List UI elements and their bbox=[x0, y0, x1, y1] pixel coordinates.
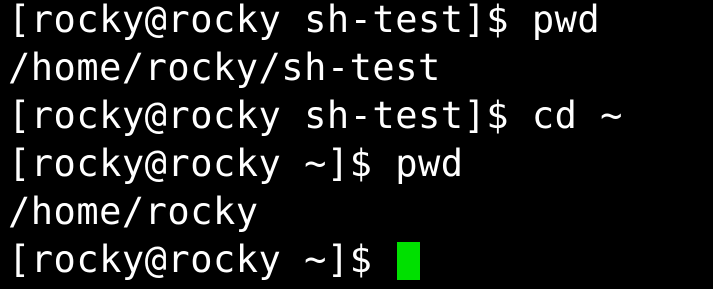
terminal-line-5: /home/rocky bbox=[8, 188, 713, 236]
text-cursor bbox=[397, 242, 421, 280]
shell-prompt: [rocky@rocky ~]$ bbox=[8, 238, 396, 281]
shell-prompt: [rocky@rocky ~]$ bbox=[8, 142, 396, 185]
command-text: pwd bbox=[531, 0, 601, 41]
command-text: pwd bbox=[395, 142, 464, 185]
command-output: /home/rocky/sh-test bbox=[8, 46, 441, 89]
terminal-line-3: [rocky@rocky sh-test]$ cd ~ bbox=[8, 92, 713, 140]
terminal-line-1: [rocky@rocky sh-test]$ pwd bbox=[8, 0, 713, 44]
command-text: cd ~ bbox=[531, 94, 623, 137]
terminal-line-4: [rocky@rocky ~]$ pwd bbox=[8, 140, 713, 188]
terminal-line-6[interactable]: [rocky@rocky ~]$ bbox=[8, 236, 713, 284]
shell-prompt: [rocky@rocky sh-test]$ bbox=[8, 0, 532, 41]
terminal-line-2: /home/rocky/sh-test bbox=[8, 44, 713, 92]
terminal-window[interactable]: [rocky@rocky sh-test]$ pwd /home/rocky/s… bbox=[0, 0, 713, 285]
shell-prompt: [rocky@rocky sh-test]$ bbox=[8, 94, 532, 137]
command-output: /home/rocky bbox=[8, 190, 259, 233]
